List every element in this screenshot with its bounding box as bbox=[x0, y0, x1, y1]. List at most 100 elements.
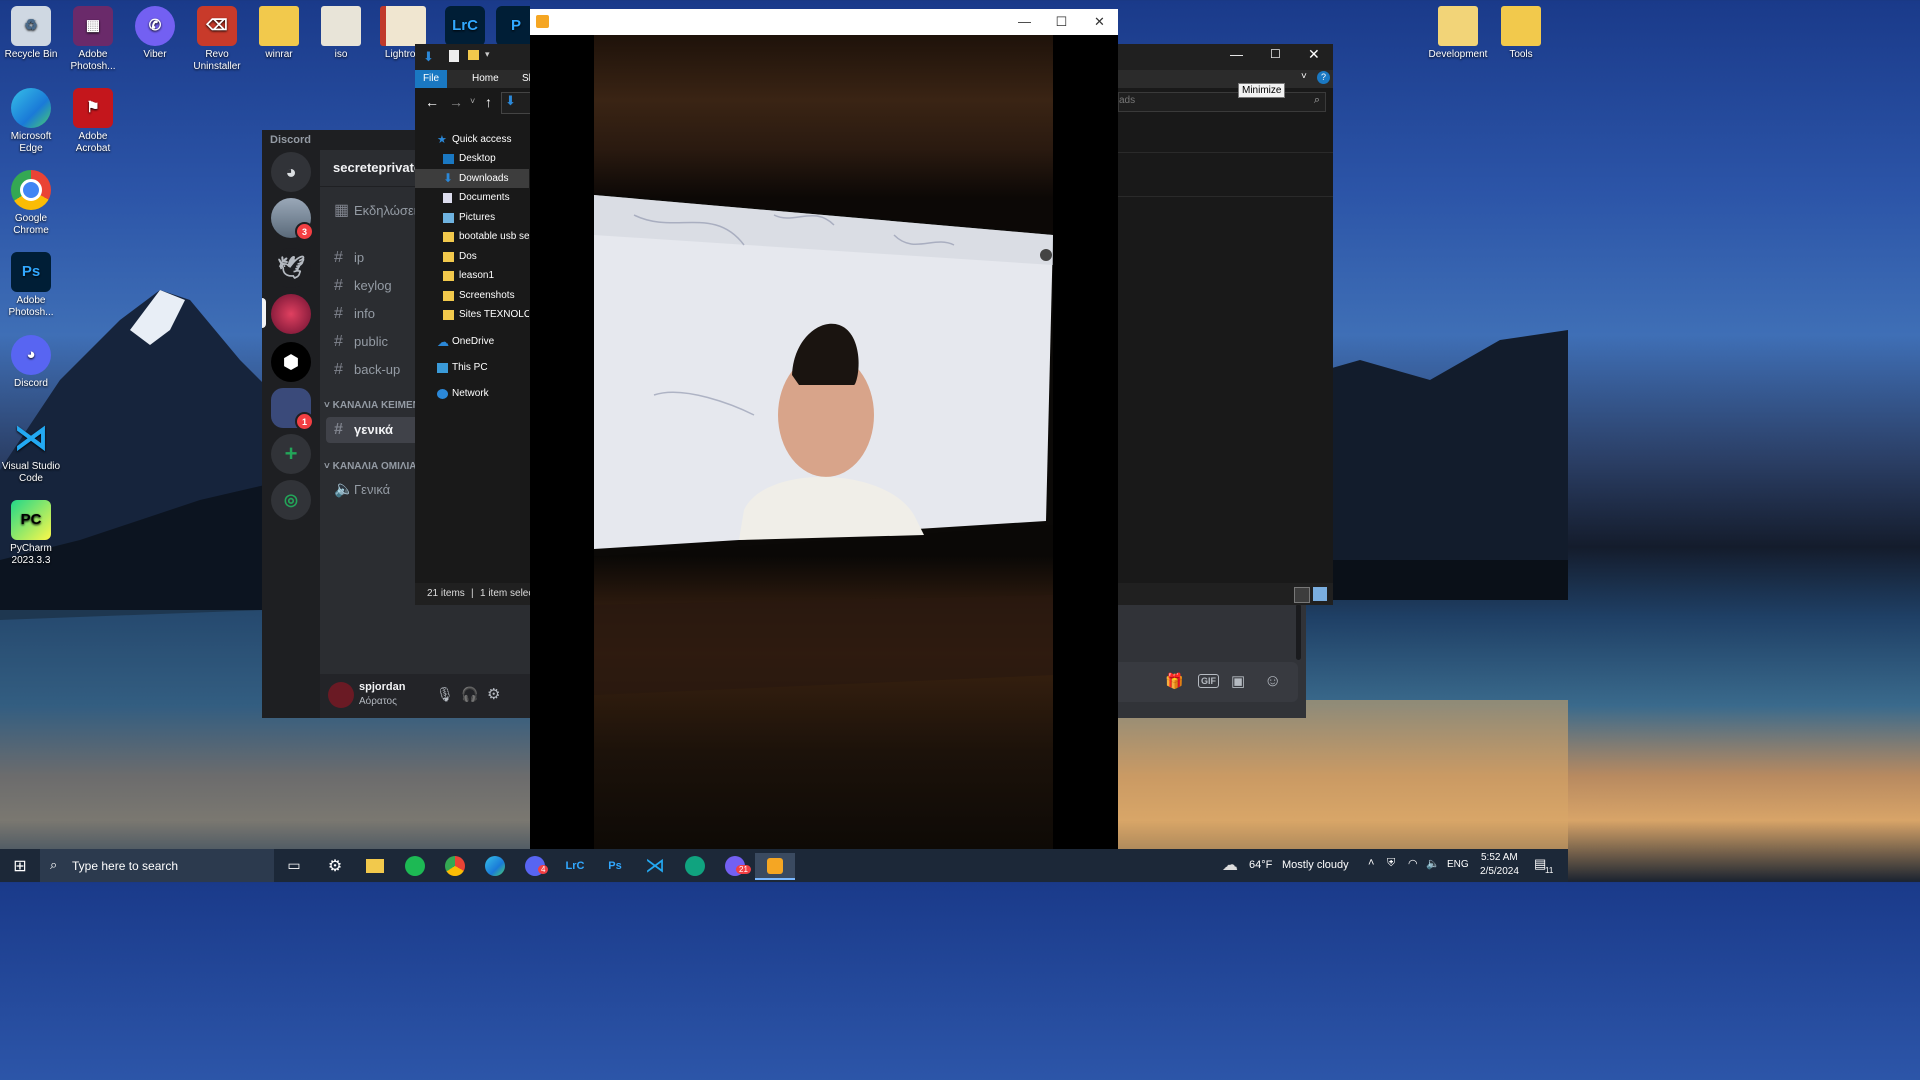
weather-desc[interactable]: Mostly cloudy bbox=[1282, 859, 1349, 871]
nav-folder[interactable]: leason1 bbox=[415, 266, 529, 285]
desktop-icon-lrc[interactable]: LrC bbox=[434, 6, 496, 49]
tray-overflow-icon[interactable]: ˄ bbox=[1368, 857, 1374, 869]
server-icon-1[interactable]: 3 bbox=[271, 198, 314, 241]
large-icons-view-icon[interactable] bbox=[1313, 587, 1327, 601]
start-button[interactable]: ⊞ bbox=[0, 853, 40, 878]
maximize-button[interactable]: ☐ bbox=[1270, 47, 1281, 61]
desktop-icon-discord[interactable]: ◕ Discord bbox=[0, 335, 62, 390]
desktop-icon-pycharm[interactable]: PC PyCharm 2023.3.3 bbox=[0, 500, 62, 567]
server-icon-2[interactable]: 🕊 bbox=[271, 248, 311, 288]
video-frame[interactable] bbox=[594, 35, 1053, 849]
lightroom-icon[interactable]: LrC bbox=[555, 853, 595, 878]
nav-folder[interactable]: Sites TEXNOLOG bbox=[415, 305, 529, 324]
nav-desktop[interactable]: Desktop bbox=[415, 149, 529, 168]
explore-servers-button[interactable]: ◎ bbox=[271, 480, 311, 520]
server-icon-4[interactable]: ⬢ bbox=[271, 342, 311, 382]
task-view-icon[interactable]: ▭ bbox=[274, 853, 314, 878]
channel-label: back-up bbox=[354, 362, 401, 377]
add-server-button[interactable]: + bbox=[271, 434, 311, 474]
nav-label: bootable usb ser bbox=[459, 231, 529, 242]
desktop-icon-winrar[interactable]: winrar bbox=[248, 6, 310, 61]
scrollbar[interactable] bbox=[1296, 604, 1301, 660]
nav-folder[interactable]: bootable usb ser bbox=[415, 227, 529, 246]
desktop-icon-iso[interactable]: iso bbox=[310, 6, 372, 61]
photoshop-icon[interactable]: Ps bbox=[595, 853, 635, 878]
tab-file[interactable]: File bbox=[415, 70, 447, 88]
settings-gear-icon[interactable]: ⚙ bbox=[315, 853, 355, 878]
close-button[interactable]: ✕ bbox=[1081, 9, 1118, 35]
vscode-icon[interactable]: ⋊ bbox=[635, 853, 675, 878]
search-box[interactable]: ads ⌕ bbox=[1118, 92, 1326, 112]
desktop-icon-edge[interactable]: Microsoft Edge bbox=[0, 88, 62, 155]
gif-icon[interactable]: GIF bbox=[1198, 674, 1219, 688]
nav-label: Screenshots bbox=[459, 290, 515, 301]
viber-icon[interactable]: 21 bbox=[715, 853, 755, 878]
address-bar[interactable]: ⬇ bbox=[501, 92, 533, 114]
desktop-icon-vscode[interactable]: ⋊ Visual Studio Code bbox=[0, 418, 62, 485]
tab-home[interactable]: Home bbox=[465, 70, 506, 88]
server-folder[interactable]: 1 bbox=[271, 388, 314, 431]
details-view-icon[interactable] bbox=[1294, 587, 1310, 603]
desktop-icon-label: Revo Uninstaller bbox=[193, 49, 241, 72]
forward-arrow-icon[interactable]: → bbox=[449, 94, 463, 110]
search-icon: ⌕ bbox=[1313, 94, 1320, 106]
nav-folder[interactable]: Dos bbox=[415, 247, 529, 266]
nav-this-pc[interactable]: This PC bbox=[415, 358, 529, 377]
quick-access-dropdown-icon[interactable]: ▾ bbox=[485, 49, 490, 60]
weather-temp[interactable]: 64°F bbox=[1249, 859, 1272, 871]
emoji-icon[interactable]: ☺ bbox=[1264, 671, 1281, 691]
desktop-icon-partial[interactable]: P bbox=[496, 6, 530, 49]
nav-documents[interactable]: Documents bbox=[415, 188, 529, 207]
mic-icon[interactable]: 🎙 bbox=[436, 686, 454, 703]
security-icon[interactable]: ⛨ bbox=[1387, 857, 1395, 870]
nav-network[interactable]: Network bbox=[415, 384, 529, 403]
recent-dropdown-icon[interactable]: ˅ bbox=[470, 96, 475, 106]
avatar[interactable] bbox=[328, 682, 354, 708]
media-player-taskbar-icon[interactable] bbox=[755, 853, 795, 880]
desktop-icon-revo[interactable]: ⌫ Revo Uninstaller bbox=[186, 6, 248, 73]
server-icon-3[interactable] bbox=[271, 294, 311, 334]
weather-icon[interactable]: ☁ bbox=[1222, 855, 1238, 875]
nav-onedrive[interactable]: ☁ OneDrive bbox=[415, 332, 529, 351]
minimize-button[interactable]: — bbox=[1230, 47, 1243, 62]
settings-gear-icon[interactable]: ⚙ bbox=[487, 685, 500, 703]
desktop-icon-photoshop-installer[interactable]: ▦ Adobe Photosh... bbox=[62, 6, 124, 73]
discord-taskbar-icon[interactable]: 4 bbox=[515, 853, 555, 878]
ribbon-collapse-icon[interactable]: ˅ bbox=[1301, 71, 1307, 82]
nav-folder[interactable]: Screenshots bbox=[415, 286, 529, 305]
back-arrow-icon[interactable]: ← bbox=[425, 94, 439, 110]
search-box[interactable]: ⌕ Type here to search bbox=[40, 849, 274, 882]
desktop-icon-photoshop[interactable]: Ps Adobe Photosh... bbox=[0, 252, 62, 319]
help-icon[interactable]: ? bbox=[1317, 71, 1330, 84]
chatgpt-icon[interactable] bbox=[675, 853, 715, 878]
discord-home-button[interactable]: ◕ bbox=[271, 152, 311, 192]
new-folder-icon[interactable] bbox=[468, 50, 479, 60]
desktop-icon-chrome[interactable]: Google Chrome bbox=[0, 170, 62, 237]
close-button[interactable]: ✕ bbox=[1308, 46, 1320, 63]
gift-icon[interactable]: 🎁 bbox=[1165, 672, 1184, 690]
desktop-icon-acrobat[interactable]: ⚑ Adobe Acrobat bbox=[62, 88, 124, 155]
wifi-icon[interactable]: ◠ bbox=[1408, 857, 1418, 870]
headphones-icon[interactable]: 🎧 bbox=[461, 686, 478, 703]
input-language[interactable]: ENG bbox=[1447, 859, 1469, 870]
chrome-icon[interactable] bbox=[435, 853, 475, 878]
maximize-button[interactable]: ☐ bbox=[1043, 9, 1080, 35]
spotify-icon[interactable] bbox=[395, 853, 435, 878]
nav-quick-access[interactable]: ★ Quick access bbox=[415, 130, 529, 149]
file-explorer-taskbar-icon[interactable] bbox=[355, 853, 395, 878]
edge-icon[interactable] bbox=[475, 853, 515, 878]
properties-icon[interactable] bbox=[449, 50, 459, 62]
up-arrow-icon[interactable]: ↑ bbox=[485, 94, 492, 110]
desktop-icon-recycle-bin[interactable]: ♻ Recycle Bin bbox=[0, 6, 62, 61]
nav-pictures[interactable]: Pictures bbox=[415, 208, 529, 227]
clock-time[interactable]: 5:52 AM bbox=[1481, 852, 1518, 863]
desktop-icon-viber[interactable]: ✆ Viber bbox=[124, 6, 186, 61]
volume-icon[interactable]: 🔈 bbox=[1426, 857, 1440, 870]
minimize-button[interactable]: — bbox=[1006, 9, 1043, 35]
sticker-icon[interactable]: ▣ bbox=[1231, 672, 1245, 690]
nav-downloads[interactable]: ⬇ Downloads bbox=[415, 169, 529, 188]
clock-date[interactable]: 2/5/2024 bbox=[1480, 866, 1519, 877]
desktop-icon-development[interactable]: Development bbox=[1427, 6, 1489, 61]
downloads-arrow-icon: ⬇ bbox=[423, 49, 434, 64]
desktop-icon-tools[interactable]: Tools bbox=[1490, 6, 1552, 61]
